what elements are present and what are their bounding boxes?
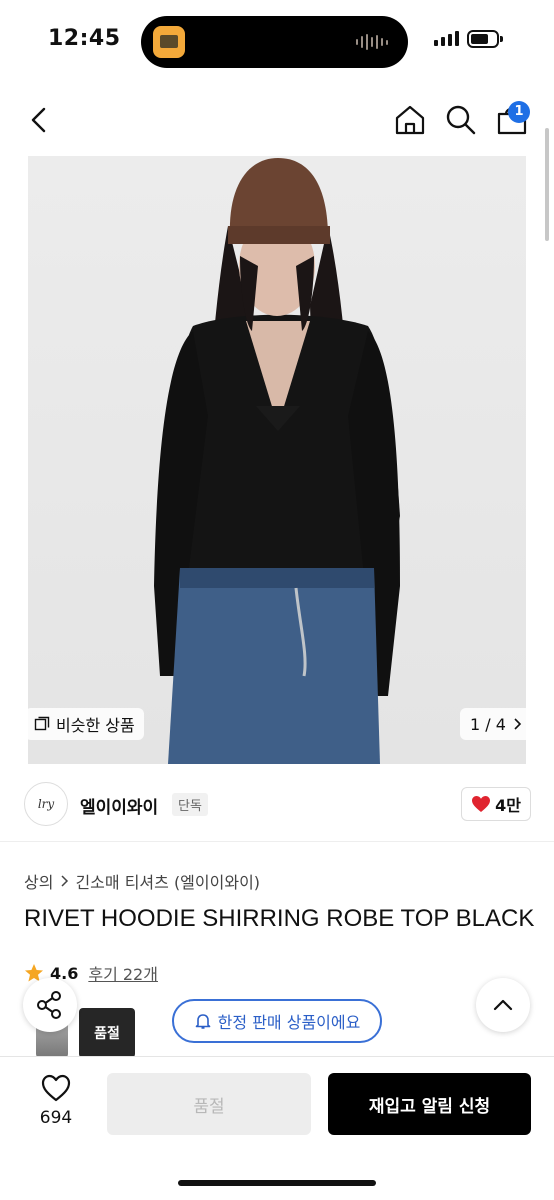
seller-logo[interactable]: lry <box>24 782 68 826</box>
product-title: RIVET HOODIE SHIRRING ROBE TOP BLACK <box>24 905 535 932</box>
audio-wave-icon <box>356 34 388 50</box>
heart-filled-icon <box>472 796 491 812</box>
similar-products-button[interactable]: 비슷한 상품 <box>25 708 144 740</box>
product-image[interactable] <box>28 156 526 764</box>
limited-sale-notice[interactable]: 한정 판매 상품이에요 <box>172 999 382 1043</box>
image-pager-label: 1 / 4 <box>470 714 506 734</box>
status-time: 12:45 <box>48 26 121 51</box>
wishlist-count: 694 <box>39 1108 73 1128</box>
reviews-link[interactable]: 후기 22개 <box>88 961 158 985</box>
limited-sale-label: 한정 판매 상품이에요 <box>217 1013 361 1032</box>
similar-products-label: 비슷한 상품 <box>56 716 135 735</box>
cart-count-badge: 1 <box>508 101 530 123</box>
scroll-indicator <box>545 128 549 241</box>
bell-icon <box>195 1014 210 1029</box>
chevron-up-icon <box>493 999 513 1011</box>
share-icon <box>37 991 61 1019</box>
battery-icon <box>467 30 503 48</box>
status-bar: 12:45 <box>0 0 554 84</box>
back-icon[interactable] <box>22 102 58 138</box>
similar-items-icon <box>34 716 50 731</box>
image-pager[interactable]: 1 / 4 <box>460 708 532 740</box>
share-button[interactable] <box>23 978 77 1032</box>
now-playing-app-icon <box>153 26 185 58</box>
scroll-to-top-button[interactable] <box>476 978 530 1032</box>
brand-like-button[interactable]: 4만 <box>461 787 531 821</box>
seller-row: lry 엘이이와이 단독 4만 <box>0 770 554 842</box>
home-indicator <box>178 1180 376 1186</box>
breadcrumb-subcategory[interactable]: 긴소매 티셔츠 (엘이이와이) <box>75 869 260 893</box>
cellular-signal-icon <box>434 31 459 46</box>
chevron-right-icon <box>514 718 522 730</box>
home-icon[interactable] <box>392 102 428 138</box>
seller-name[interactable]: 엘이이와이 <box>80 793 158 818</box>
wishlist-button[interactable] <box>30 1074 82 1106</box>
sold-out-overlay-label: 품절 <box>94 1026 120 1042</box>
search-icon[interactable] <box>443 102 479 138</box>
chevron-right-icon <box>61 875 69 887</box>
brand-like-count: 4만 <box>495 796 521 815</box>
heart-outline-icon <box>41 1074 71 1102</box>
breadcrumb: 상의 긴소매 티셔츠 (엘이이와이) <box>24 869 260 893</box>
dynamic-island <box>141 16 408 68</box>
restock-alert-button[interactable]: 재입고 알림 신청 <box>328 1073 531 1135</box>
breadcrumb-category[interactable]: 상의 <box>24 869 53 893</box>
option-thumbnail-sold-out[interactable]: 품절 <box>79 1008 135 1058</box>
sold-out-button[interactable]: 품절 <box>107 1073 311 1135</box>
exclusive-badge: 단독 <box>172 793 208 816</box>
